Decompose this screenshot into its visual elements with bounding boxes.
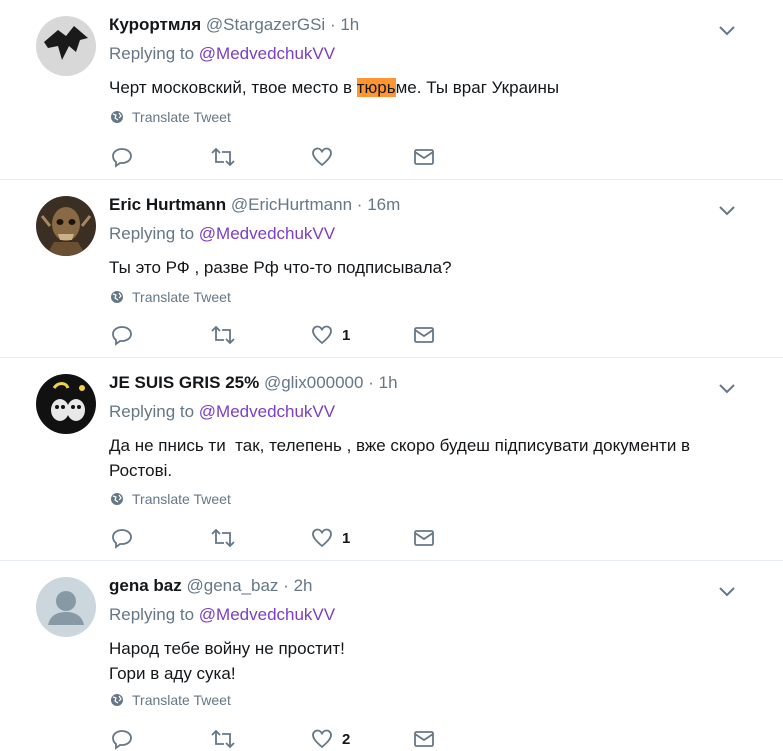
heart-icon [310, 323, 334, 347]
replying-to: Replying to @MedvedchukVV [109, 402, 335, 422]
reply-button[interactable] [110, 526, 134, 550]
retweet-button[interactable] [210, 526, 236, 550]
chevron-down-icon[interactable] [715, 200, 739, 220]
tweet-item[interactable]: gena baz @gena_baz · 2h Replying to @Med… [0, 561, 783, 751]
mention-link[interactable]: @MedvedchukVV [199, 224, 335, 243]
separator-dot: · [283, 576, 289, 595]
tweet-text-part: ме. Ты враг Украины [395, 78, 560, 97]
reply-button[interactable] [110, 727, 134, 751]
mention-link[interactable]: @MedvedchukVV [199, 605, 335, 624]
translate-label: Translate Tweet [132, 109, 231, 125]
tweet-timestamp[interactable]: 1h [340, 15, 359, 34]
like-count: 1 [342, 326, 351, 344]
like-button[interactable]: 2 [310, 727, 350, 751]
tweet-text-line: Народ тебе войну не простит! [109, 639, 345, 658]
tweet-text-line: Да не пнись ти так, телепень , вже скоро… [109, 436, 691, 455]
envelope-icon [412, 727, 436, 751]
separator-dot: · [368, 373, 374, 392]
replying-to-label: Replying to [109, 224, 199, 243]
envelope-icon [412, 145, 436, 169]
tweet-item[interactable]: JE SUIS GRIS 25% @glix000000 · 1h Replyi… [0, 358, 783, 561]
like-count: 2 [342, 730, 351, 748]
reply-icon [110, 323, 134, 347]
globe-icon [110, 492, 128, 506]
tweet-item[interactable]: Eric Hurtmann @EricHurtmann · 16m Replyi… [0, 180, 783, 358]
like-button[interactable]: 1 [310, 526, 350, 550]
author-name[interactable]: JE SUIS GRIS 25% [109, 373, 259, 392]
tweet-text-part: Черт московский, твое место в [109, 78, 357, 97]
translate-tweet-link[interactable]: Translate Tweet [110, 109, 231, 125]
tweet-text-line: Гори в аду сука! [109, 664, 236, 683]
chevron-down-icon[interactable] [715, 20, 739, 40]
direct-message-button[interactable] [412, 145, 436, 169]
reply-icon [110, 526, 134, 550]
author-name[interactable]: gena baz [109, 576, 182, 595]
globe-icon [110, 110, 128, 124]
mention-link[interactable]: @MedvedchukVV [199, 402, 335, 421]
separator-dot: · [329, 15, 336, 34]
tweet-text: Народ тебе войну не простит! Гори в аду … [109, 636, 739, 686]
tweet-timestamp[interactable]: 2h [294, 576, 313, 595]
translate-label: Translate Tweet [132, 289, 231, 305]
chevron-down-icon[interactable] [715, 378, 739, 398]
tweet-text: Черт московский, твое место в тюрьме. Ты… [109, 75, 739, 100]
replying-to-label: Replying to [109, 44, 199, 63]
reply-icon [110, 727, 134, 751]
translate-tweet-link[interactable]: Translate Tweet [110, 491, 231, 507]
heart-icon [310, 145, 334, 169]
translate-label: Translate Tweet [132, 491, 231, 507]
translate-label: Translate Tweet [132, 692, 231, 708]
retweet-button[interactable] [210, 727, 236, 751]
retweet-icon [210, 145, 236, 169]
reply-button[interactable] [110, 145, 134, 169]
retweet-button[interactable] [210, 323, 236, 347]
heart-icon [310, 526, 334, 550]
globe-icon [110, 290, 128, 304]
translate-tweet-link[interactable]: Translate Tweet [110, 289, 231, 305]
retweet-icon [210, 323, 236, 347]
translate-tweet-link[interactable]: Translate Tweet [110, 692, 231, 708]
mention-link[interactable]: @MedvedchukVV [199, 44, 335, 63]
author-name[interactable]: Eric Hurtmann [109, 195, 226, 214]
reply-icon [110, 145, 134, 169]
envelope-icon [412, 323, 436, 347]
replying-to: Replying to @MedvedchukVV [109, 224, 335, 244]
direct-message-button[interactable] [412, 727, 436, 751]
reply-button[interactable] [110, 323, 134, 347]
author-handle[interactable]: @EricHurtmann [231, 195, 352, 214]
separator-dot: · [356, 195, 363, 214]
avatar[interactable] [36, 577, 96, 637]
retweet-icon [210, 727, 236, 751]
author-name[interactable]: Курортмля [109, 15, 201, 34]
direct-message-button[interactable] [412, 323, 436, 347]
like-button[interactable] [310, 145, 342, 169]
tweet-timestamp[interactable]: 16m [367, 195, 400, 214]
retweet-icon [210, 526, 236, 550]
like-count: 1 [342, 529, 351, 547]
envelope-icon [412, 526, 436, 550]
chevron-down-icon[interactable] [715, 581, 739, 601]
tweet-item[interactable]: Курортмля @StargazerGSi · 1h Replying to… [0, 0, 783, 180]
author-handle[interactable]: @glix000000 [264, 373, 364, 392]
retweet-button[interactable] [210, 145, 236, 169]
avatar[interactable] [36, 196, 96, 256]
avatar[interactable] [36, 16, 96, 76]
replying-to: Replying to @MedvedchukVV [109, 605, 335, 625]
search-highlight: тюрь [356, 78, 396, 97]
tweet-timestamp[interactable]: 1h [379, 373, 398, 392]
direct-message-button[interactable] [412, 526, 436, 550]
tweet-text-line: Ростові. [109, 461, 173, 480]
globe-icon [110, 693, 128, 707]
tweet-text: Ты это РФ , разве Рф что-то подписывала? [109, 258, 452, 277]
replying-to: Replying to @MedvedchukVV [109, 44, 335, 64]
author-handle[interactable]: @gena_baz [186, 576, 278, 595]
heart-icon [310, 727, 334, 751]
author-handle[interactable]: @StargazerGSi [206, 15, 325, 34]
replying-to-label: Replying to [109, 402, 199, 421]
replying-to-label: Replying to [109, 605, 199, 624]
avatar[interactable] [36, 374, 96, 434]
tweet-text: Да не пнись ти так, телепень , вже скоро… [109, 433, 739, 483]
like-button[interactable]: 1 [310, 323, 350, 347]
